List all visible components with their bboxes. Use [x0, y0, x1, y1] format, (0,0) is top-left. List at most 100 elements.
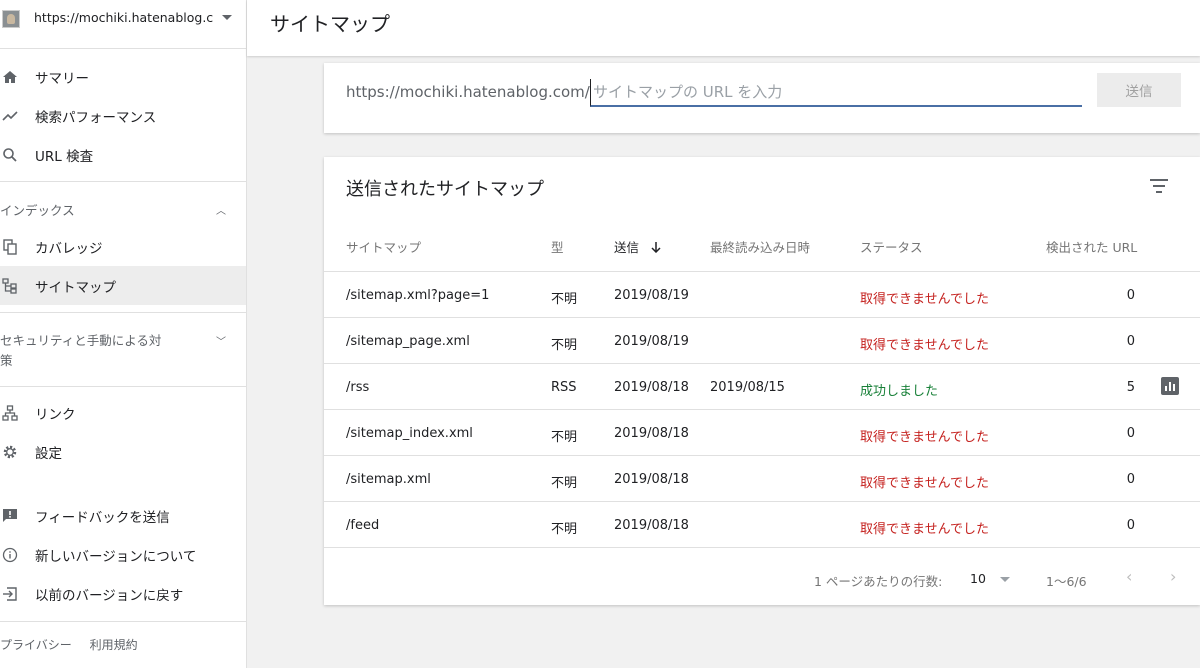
- discovered-count: 0: [1126, 518, 1135, 533]
- table-row[interactable]: /sitemap.xml 不明 2019/08/18 取得できませんでした 0: [324, 455, 1200, 501]
- terms-link[interactable]: 利用規約: [90, 638, 138, 652]
- column-header-discovered[interactable]: 検出された URL: [1046, 237, 1137, 256]
- caret-down-icon[interactable]: [1000, 577, 1010, 582]
- sitemap-type: 不明: [551, 430, 578, 445]
- column-header-type[interactable]: 型: [551, 237, 564, 256]
- table-row[interactable]: /sitemap_page.xml 不明 2019/08/19 取得できませんで…: [324, 317, 1200, 363]
- sidebar-item-label: リンク: [35, 406, 76, 423]
- sidebar-item-sitemaps[interactable]: サイトマップ: [0, 266, 246, 305]
- property-selector[interactable]: https://mochiki.hatenablog.c...: [0, 0, 246, 49]
- section-label: インデックス: [0, 203, 75, 218]
- add-sitemap-card: https://mochiki.hatenablog.com/ 送信: [324, 63, 1200, 133]
- caret-down-icon: [222, 15, 232, 20]
- submitted-date: 2019/08/18: [614, 380, 689, 395]
- chevron-left-icon[interactable]: ‹: [1126, 567, 1132, 586]
- search-icon: [2, 147, 18, 163]
- sidebar-item-label: 検索パフォーマンス: [35, 109, 157, 126]
- trending-up-icon: [2, 108, 18, 124]
- arrow-down-icon: [651, 240, 661, 255]
- discovered-count: 0: [1126, 288, 1135, 303]
- sitemap-path: /sitemap_index.xml: [346, 426, 473, 441]
- column-header-sitemap[interactable]: サイトマップ: [346, 237, 421, 256]
- page-title: サイトマップ: [270, 12, 390, 36]
- table-row[interactable]: /feed 不明 2019/08/18 取得できませんでした 0: [324, 501, 1200, 547]
- divider: [0, 621, 246, 622]
- chevron-right-icon[interactable]: ›: [1170, 567, 1176, 586]
- discovered-count: 0: [1126, 334, 1135, 349]
- sidebar-item-label: 以前のバージョンに戻す: [35, 587, 184, 604]
- sitemap-type: RSS: [551, 380, 577, 395]
- table-title: 送信されたサイトマップ: [346, 179, 544, 200]
- column-header-last-read[interactable]: 最終読み込み日時: [710, 237, 810, 256]
- divider: [0, 386, 246, 387]
- divider: [0, 312, 246, 313]
- copy-icon: [2, 238, 18, 255]
- submitted-date: 2019/08/18: [614, 426, 689, 441]
- status-text: 成功しました: [860, 384, 939, 399]
- sitemap-url-input[interactable]: [590, 79, 1082, 107]
- table-row[interactable]: /rss RSS 2019/08/18 2019/08/15 成功しました 5: [324, 363, 1200, 409]
- sitemap-path: /sitemap.xml?page=1: [346, 288, 490, 303]
- avatar: [2, 10, 20, 28]
- sitemap-type: 不明: [551, 338, 578, 353]
- sitemap-type: 不明: [551, 522, 578, 537]
- status-text: 取得できませんでした: [860, 476, 989, 491]
- submitted-date: 2019/08/19: [614, 288, 689, 303]
- sidebar-item-performance[interactable]: 検索パフォーマンス: [0, 96, 246, 135]
- chevron-down-icon: ﹀: [216, 337, 226, 348]
- sitemap-type: 不明: [551, 476, 578, 491]
- status-text: 取得できませんでした: [860, 338, 989, 353]
- table-bottom-border: [324, 547, 1200, 548]
- rows-per-page-select[interactable]: 10: [970, 571, 986, 586]
- discovered-count: 0: [1126, 426, 1135, 441]
- page-range: 1～6/6: [1046, 574, 1087, 589]
- submit-button[interactable]: 送信: [1097, 73, 1181, 107]
- privacy-link[interactable]: プライバシー: [0, 638, 72, 652]
- status-text: 取得できませんでした: [860, 522, 989, 537]
- sidebar-item-label: 新しいバージョンについて: [35, 548, 197, 565]
- url-prefix: https://mochiki.hatenablog.com/: [346, 83, 590, 101]
- filter-icon[interactable]: [1150, 179, 1168, 193]
- sitemap-path: /sitemap_page.xml: [346, 334, 470, 349]
- status-text: 取得できませんでした: [860, 292, 989, 307]
- rows-per-page-label: 1 ページあたりの行数:: [814, 574, 943, 589]
- home-icon: [2, 69, 18, 85]
- sidebar-item-old-version[interactable]: 以前のバージョンに戻す: [0, 574, 246, 613]
- discovered-count: 5: [1126, 380, 1135, 395]
- sidebar-item-label: サマリー: [35, 70, 89, 87]
- sidebar-item-label: サイトマップ: [35, 279, 116, 296]
- table-row[interactable]: /sitemap.xml?page=1 不明 2019/08/19 取得できませ…: [324, 271, 1200, 317]
- sidebar-item-label: 設定: [35, 445, 62, 462]
- column-header-status[interactable]: ステータス: [860, 237, 923, 256]
- property-url: https://mochiki.hatenablog.c...: [34, 10, 214, 25]
- sidebar: https://mochiki.hatenablog.c... サマリー 検索パ…: [0, 0, 247, 668]
- sidebar-item-url-inspection[interactable]: URL 検査: [0, 135, 246, 174]
- sidebar-item-summary[interactable]: サマリー: [0, 57, 246, 96]
- chevron-up-icon: ︿: [216, 206, 226, 217]
- table-row[interactable]: /sitemap_index.xml 不明 2019/08/18 取得できません…: [324, 409, 1200, 455]
- sitemap-icon: [2, 277, 18, 294]
- submitted-date: 2019/08/18: [614, 518, 689, 533]
- sitemap-path: /rss: [346, 380, 370, 395]
- exit-icon: [2, 586, 18, 602]
- section-security[interactable]: セキュリティと手動による対策: [0, 331, 200, 371]
- bar-chart-icon[interactable]: [1161, 377, 1179, 395]
- sitemap-path: /sitemap.xml: [346, 472, 431, 487]
- sidebar-item-coverage[interactable]: カバレッジ: [0, 227, 246, 266]
- sidebar-item-settings[interactable]: 設定: [0, 432, 246, 471]
- sidebar-item-feedback[interactable]: フィードバックを送信: [0, 496, 246, 535]
- sidebar-item-links[interactable]: リンク: [0, 393, 246, 432]
- sidebar-item-label: フィードバックを送信: [35, 509, 170, 526]
- submitted-sitemaps-card: 送信されたサイトマップ サイトマップ 型 送信 最終読み込み日時 ステータス 検…: [324, 157, 1200, 605]
- section-label: セキュリティと手動による対策: [0, 333, 162, 368]
- info-icon: [2, 547, 18, 563]
- links-icon: [2, 404, 18, 421]
- divider: [0, 181, 246, 182]
- section-index[interactable]: インデックス ︿: [0, 200, 246, 220]
- sidebar-item-label: カバレッジ: [35, 240, 103, 257]
- footer-links: プライバシー 利用規約: [0, 636, 152, 653]
- column-header-submitted[interactable]: 送信: [614, 237, 661, 256]
- sidebar-item-new-version[interactable]: 新しいバージョンについて: [0, 535, 246, 574]
- sitemap-type: 不明: [551, 292, 578, 307]
- sitemap-path: /feed: [346, 518, 380, 533]
